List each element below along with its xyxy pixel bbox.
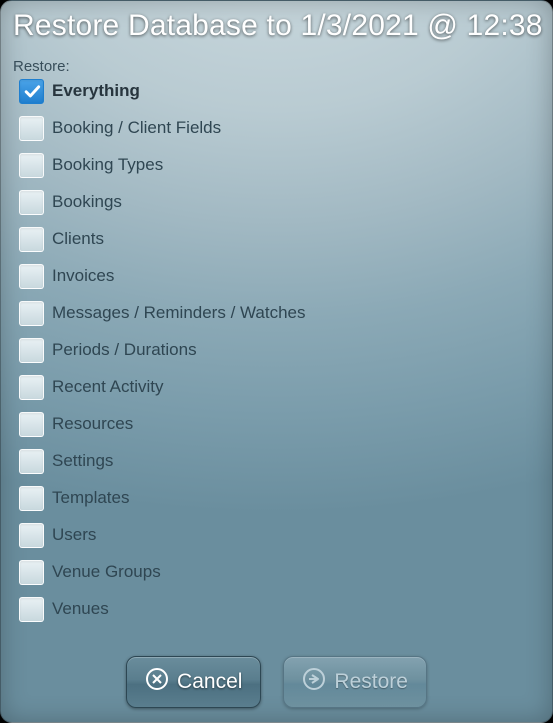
restore-option-periods-durations[interactable]: Periods / Durations [19,338,540,363]
checkbox-label: Booking Types [52,155,163,175]
checkbox-label: Templates [52,488,129,508]
checkbox-label: Bookings [52,192,122,212]
checkbox-label: Periods / Durations [52,340,197,360]
checkbox-venues[interactable] [19,597,44,622]
restore-option-templates[interactable]: Templates [19,486,540,511]
restore-option-invoices[interactable]: Invoices [19,264,540,289]
restore-label: Restore [334,670,408,694]
checkbox-label: Everything [52,81,140,101]
restore-option-venues[interactable]: Venues [19,597,540,622]
cancel-icon [145,667,169,697]
restore-dialog: Restore Database to 1/3/2021 @ 12:38 Res… [0,0,553,723]
checkbox-label: Booking / Client Fields [52,118,221,138]
checkbox-resources[interactable] [19,412,44,437]
checkbox-clients[interactable] [19,227,44,252]
dialog-title: Restore Database to 1/3/2021 @ 12:38 [1,1,552,54]
restore-icon [302,667,326,697]
checkbox-settings[interactable] [19,449,44,474]
checkbox-label: Clients [52,229,104,249]
checkbox-label: Recent Activity [52,377,164,397]
restore-option-booking-client-fields[interactable]: Booking / Client Fields [19,116,540,141]
checkbox-booking-types[interactable] [19,153,44,178]
restore-option-settings[interactable]: Settings [19,449,540,474]
checkbox-label: Venues [52,599,109,619]
checkbox-venue-groups[interactable] [19,560,44,585]
restore-option-booking-types[interactable]: Booking Types [19,153,540,178]
dialog-content: Restore: Everything Booking / Client Fiel… [1,54,552,647]
checkbox-periods-durations[interactable] [19,338,44,363]
restore-option-venue-groups[interactable]: Venue Groups [19,560,540,585]
button-bar: Cancel Restore [1,646,552,722]
checkbox-bookings[interactable] [19,190,44,215]
checkbox-invoices[interactable] [19,264,44,289]
checkbox-booking-client-fields[interactable] [19,116,44,141]
checkbox-templates[interactable] [19,486,44,511]
checkbox-everything[interactable] [19,79,44,104]
checkbox-label: Users [52,525,96,545]
restore-options-list: Everything Booking / Client Fields Booking… [13,79,540,622]
restore-option-messages-reminders-watches[interactable]: Messages / Reminders / Watches [19,301,540,326]
restore-section-label: Restore: [13,58,540,75]
restore-option-recent-activity[interactable]: Recent Activity [19,375,540,400]
checkbox-label: Settings [52,451,113,471]
checkbox-label: Resources [52,414,133,434]
restore-option-bookings[interactable]: Bookings [19,190,540,215]
restore-option-everything[interactable]: Everything [19,79,540,104]
restore-option-clients[interactable]: Clients [19,227,540,252]
restore-option-users[interactable]: Users [19,523,540,548]
checkbox-messages-reminders-watches[interactable] [19,301,44,326]
restore-button[interactable]: Restore [283,656,427,708]
cancel-button[interactable]: Cancel [126,656,261,708]
restore-option-resources[interactable]: Resources [19,412,540,437]
checkbox-label: Invoices [52,266,114,286]
checkbox-recent-activity[interactable] [19,375,44,400]
cancel-label: Cancel [177,670,242,694]
checkbox-label: Messages / Reminders / Watches [52,303,306,323]
checkbox-users[interactable] [19,523,44,548]
checkbox-label: Venue Groups [52,562,161,582]
